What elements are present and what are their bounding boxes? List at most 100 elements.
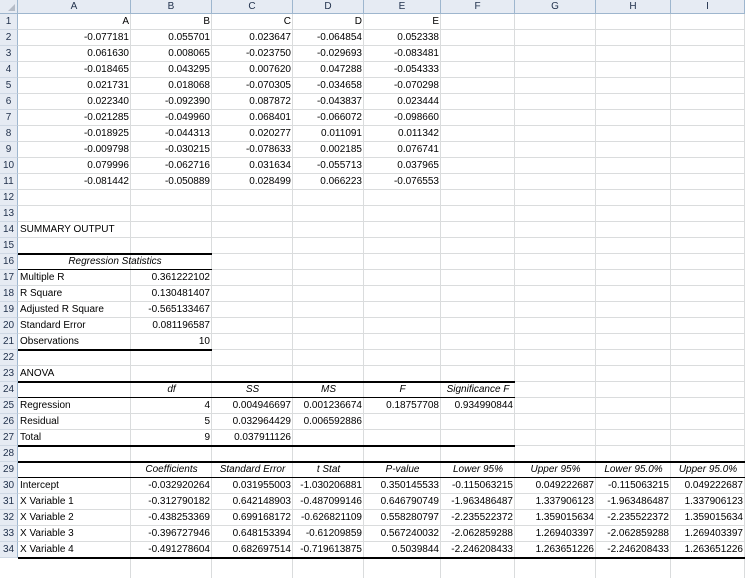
data-cell[interactable]: 0.043295: [131, 62, 212, 78]
regression-stat-label[interactable]: Observations: [18, 334, 131, 350]
anova-value[interactable]: 0.032964429: [212, 414, 293, 430]
coefficient-value[interactable]: -0.719613875: [293, 542, 364, 558]
row-header-12[interactable]: 12: [0, 190, 18, 206]
data-cell[interactable]: 0.011342: [364, 126, 441, 142]
row-header-30[interactable]: 30: [0, 478, 18, 494]
data-cell[interactable]: -0.018465: [18, 62, 131, 78]
column-header-b[interactable]: B: [131, 0, 212, 14]
row-header-34[interactable]: 34: [0, 542, 18, 558]
coefficient-value[interactable]: -0.487099146: [293, 494, 364, 510]
data-cell[interactable]: 0.008065: [131, 46, 212, 62]
data-cell[interactable]: 0.087872: [212, 94, 293, 110]
coefficient-value[interactable]: -0.396727946: [131, 526, 212, 542]
coefficients-header-cell[interactable]: P-value: [364, 462, 441, 478]
data-cell[interactable]: 0.055701: [131, 30, 212, 46]
anova-value[interactable]: 9: [131, 430, 212, 446]
data-cell[interactable]: -0.018925: [18, 126, 131, 142]
row-header-10[interactable]: 10: [0, 158, 18, 174]
data-cell[interactable]: -0.070298: [364, 78, 441, 94]
anova-value[interactable]: 0.001236674: [293, 398, 364, 414]
coefficient-row-label[interactable]: X Variable 3: [18, 526, 131, 542]
coefficient-value[interactable]: 1.263651226: [515, 542, 596, 558]
row-header-13[interactable]: 13: [0, 206, 18, 222]
data-header-cell[interactable]: E: [364, 14, 441, 30]
data-cell[interactable]: -0.034658: [293, 78, 364, 94]
coefficients-header-cell[interactable]: Coefficients: [131, 462, 212, 478]
coefficient-value[interactable]: 1.359015634: [515, 510, 596, 526]
row-header-15[interactable]: 15: [0, 238, 18, 254]
data-cell[interactable]: -0.092390: [131, 94, 212, 110]
coefficient-value[interactable]: 0.682697514: [212, 542, 293, 558]
coefficients-header-cell[interactable]: t Stat: [293, 462, 364, 478]
coefficients-header-cell[interactable]: Lower 95%: [441, 462, 515, 478]
coefficient-value[interactable]: 1.359015634: [671, 510, 745, 526]
coefficient-value[interactable]: 1.337906123: [671, 494, 745, 510]
regression-stat-value[interactable]: 0.361222102: [131, 270, 212, 286]
data-header-cell[interactable]: B: [131, 14, 212, 30]
regression-stat-value[interactable]: 0.130481407: [131, 286, 212, 302]
anova-value[interactable]: 0.934990844: [441, 398, 515, 414]
anova-row-label[interactable]: Regression: [18, 398, 131, 414]
data-cell[interactable]: 0.023444: [364, 94, 441, 110]
coefficient-value[interactable]: -0.626821109: [293, 510, 364, 526]
row-header-4[interactable]: 4: [0, 62, 18, 78]
data-cell[interactable]: 0.018068: [131, 78, 212, 94]
row-header-21[interactable]: 21: [0, 334, 18, 350]
coefficient-row-label[interactable]: Intercept: [18, 478, 131, 494]
anova-value[interactable]: 4: [131, 398, 212, 414]
data-cell[interactable]: -0.076553: [364, 174, 441, 190]
coefficient-value[interactable]: 0.5039844: [364, 542, 441, 558]
coefficient-value[interactable]: 1.269403397: [515, 526, 596, 542]
regression-stat-label[interactable]: R Square: [18, 286, 131, 302]
data-cell[interactable]: -0.055713: [293, 158, 364, 174]
data-cell[interactable]: 0.037965: [364, 158, 441, 174]
regression-stat-label[interactable]: Standard Error: [18, 318, 131, 334]
column-header-c[interactable]: C: [212, 0, 293, 14]
column-header-i[interactable]: I: [671, 0, 745, 14]
data-cell[interactable]: -0.066072: [293, 110, 364, 126]
coefficients-header-cell[interactable]: Upper 95%: [515, 462, 596, 478]
row-header-28[interactable]: 28: [0, 446, 18, 462]
anova-value[interactable]: 0.18757708: [364, 398, 441, 414]
data-cell[interactable]: -0.049960: [131, 110, 212, 126]
coefficient-value[interactable]: 0.558280797: [364, 510, 441, 526]
anova-value[interactable]: 0.006592886: [293, 414, 364, 430]
anova-row-label[interactable]: Total: [18, 430, 131, 446]
data-cell[interactable]: 0.076741: [364, 142, 441, 158]
data-cell[interactable]: -0.077181: [18, 30, 131, 46]
row-header-29[interactable]: 29: [0, 462, 18, 478]
data-cell[interactable]: -0.098660: [364, 110, 441, 126]
coefficient-value[interactable]: 0.646790749: [364, 494, 441, 510]
data-cell[interactable]: 0.061630: [18, 46, 131, 62]
data-cell[interactable]: -0.043837: [293, 94, 364, 110]
data-cell[interactable]: -0.050889: [131, 174, 212, 190]
coefficient-value[interactable]: 0.567240032: [364, 526, 441, 542]
regression-stat-value[interactable]: 10: [131, 334, 212, 350]
column-header-d[interactable]: D: [293, 0, 364, 14]
row-header-23[interactable]: 23: [0, 366, 18, 382]
coefficient-value[interactable]: -1.963486487: [441, 494, 515, 510]
row-header-1[interactable]: 1: [0, 14, 18, 30]
row-header-17[interactable]: 17: [0, 270, 18, 286]
anova-value[interactable]: 5: [131, 414, 212, 430]
coefficient-value[interactable]: 0.031955003: [212, 478, 293, 494]
data-header-cell[interactable]: C: [212, 14, 293, 30]
anova-title[interactable]: ANOVA: [18, 366, 131, 382]
regression-statistics-title[interactable]: Regression Statistics: [18, 254, 212, 270]
data-cell[interactable]: -0.081442: [18, 174, 131, 190]
row-header-8[interactable]: 8: [0, 126, 18, 142]
anova-header-cell[interactable]: MS: [293, 382, 364, 398]
coefficients-header-cell[interactable]: Lower 95.0%: [596, 462, 671, 478]
coefficient-value[interactable]: 0.699168172: [212, 510, 293, 526]
data-cell[interactable]: -0.070305: [212, 78, 293, 94]
coefficient-value[interactable]: -0.61209859: [293, 526, 364, 542]
coefficient-value[interactable]: -0.115063215: [596, 478, 671, 494]
row-header-32[interactable]: 32: [0, 510, 18, 526]
data-cell[interactable]: 0.021731: [18, 78, 131, 94]
coefficient-row-label[interactable]: X Variable 4: [18, 542, 131, 558]
row-header-18[interactable]: 18: [0, 286, 18, 302]
coefficient-value[interactable]: -0.312790182: [131, 494, 212, 510]
row-header-7[interactable]: 7: [0, 110, 18, 126]
anova-value[interactable]: 0.004946697: [212, 398, 293, 414]
row-header-14[interactable]: 14: [0, 222, 18, 238]
